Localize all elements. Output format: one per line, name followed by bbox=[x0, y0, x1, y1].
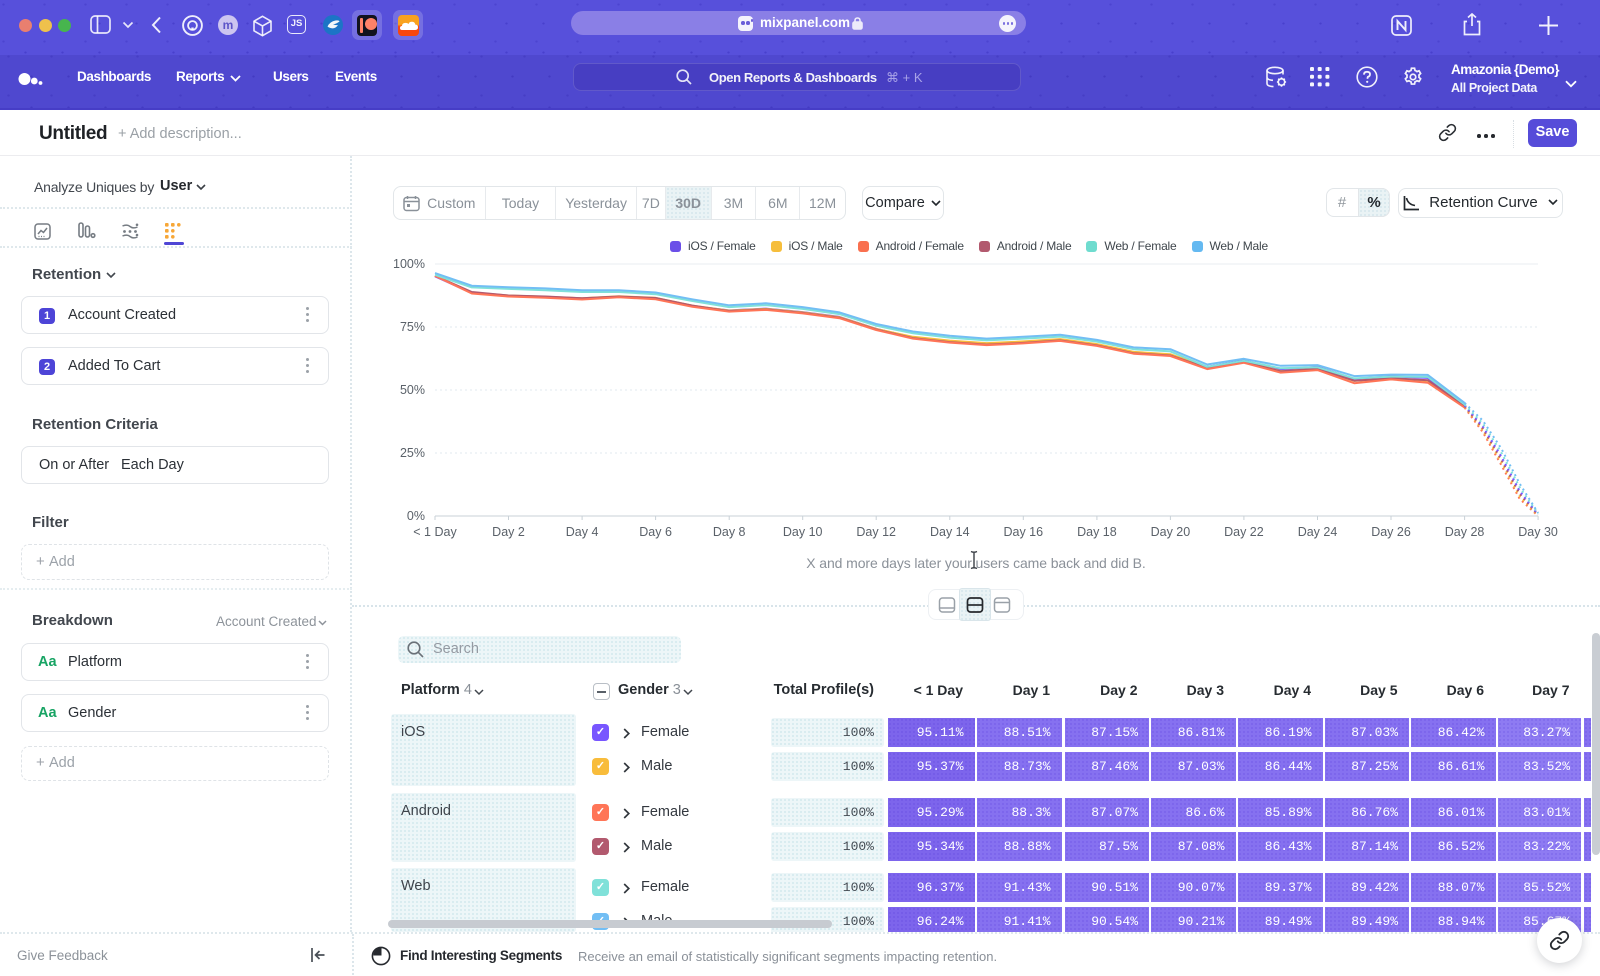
svg-text:Day 26: Day 26 bbox=[1371, 525, 1411, 539]
svg-text:Day 16: Day 16 bbox=[1003, 525, 1043, 539]
svg-text:0%: 0% bbox=[407, 509, 425, 523]
svg-text:Day 14: Day 14 bbox=[930, 525, 970, 539]
svg-text:Day 18: Day 18 bbox=[1077, 525, 1117, 539]
svg-text:Day 2: Day 2 bbox=[492, 525, 525, 539]
svg-text:75%: 75% bbox=[400, 320, 425, 334]
svg-text:< 1 Day: < 1 Day bbox=[413, 525, 457, 539]
svg-text:25%: 25% bbox=[400, 446, 425, 460]
svg-text:Day 28: Day 28 bbox=[1445, 525, 1485, 539]
svg-text:Day 22: Day 22 bbox=[1224, 525, 1264, 539]
svg-text:Day 10: Day 10 bbox=[783, 525, 823, 539]
svg-text:100%: 100% bbox=[393, 257, 425, 271]
svg-text:Day 20: Day 20 bbox=[1151, 525, 1191, 539]
svg-text:Day 30: Day 30 bbox=[1518, 525, 1558, 539]
svg-text:50%: 50% bbox=[400, 383, 425, 397]
svg-text:Day 24: Day 24 bbox=[1298, 525, 1338, 539]
svg-text:Day 12: Day 12 bbox=[856, 525, 896, 539]
svg-text:Day 8: Day 8 bbox=[713, 525, 746, 539]
svg-text:Day 6: Day 6 bbox=[639, 525, 672, 539]
svg-text:Day 4: Day 4 bbox=[566, 525, 599, 539]
